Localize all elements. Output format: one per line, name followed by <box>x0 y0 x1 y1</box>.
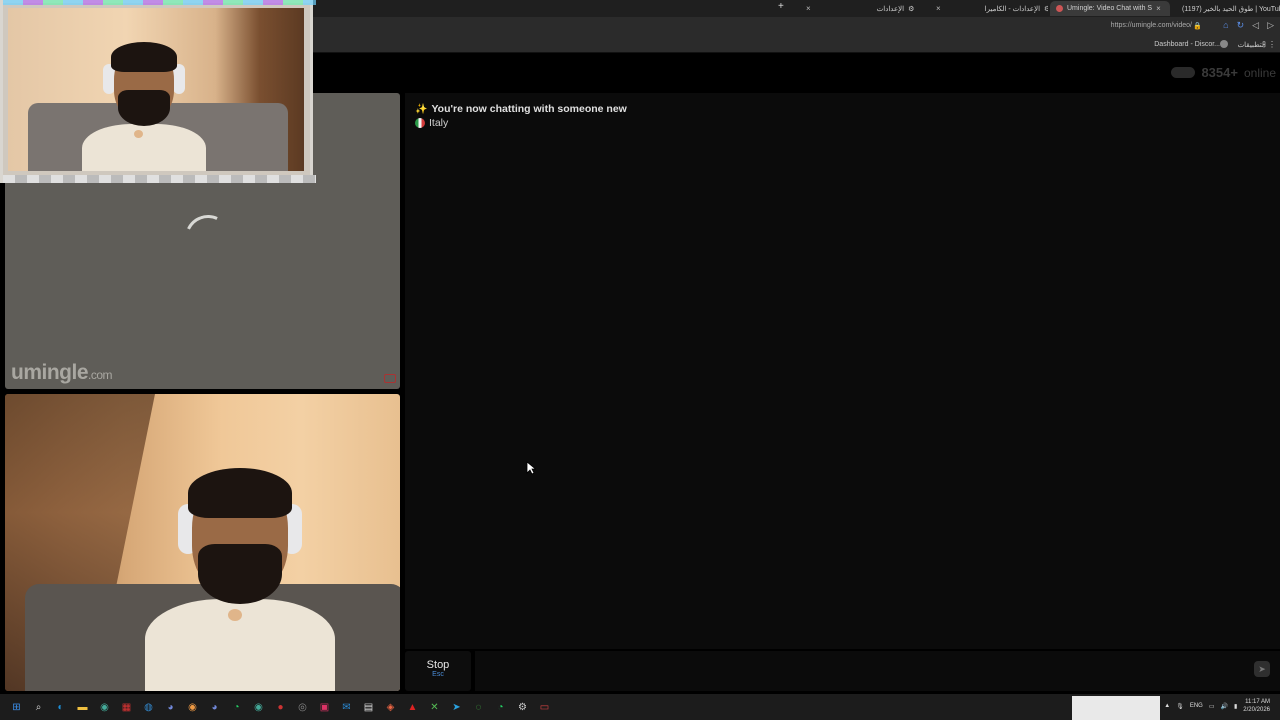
search-icon[interactable]: ⌕ <box>30 699 47 716</box>
overlay-frame-top <box>3 0 316 5</box>
adobe-icon[interactable]: ▲ <box>404 699 421 716</box>
date: 2/20/2026 <box>1243 707 1270 713</box>
chrome-2-icon[interactable]: ◉ <box>184 699 201 716</box>
overlay-frame-bottom <box>3 175 316 183</box>
tab-title: الإعدادات - الكاميرا <box>984 5 1041 13</box>
online-label: online <box>1243 65 1276 80</box>
chat-status-text: You're now chatting with someone new <box>431 103 627 115</box>
italy-flag-icon <box>415 118 425 128</box>
bookmark-discord[interactable]: Dashboard - Discor... <box>1154 41 1220 48</box>
clock[interactable]: 11:17 AM 2/20/2026 <box>1243 698 1270 714</box>
app-icon[interactable]: ● <box>272 699 289 716</box>
gear-icon: ⚙ <box>908 5 915 13</box>
tab-title: الإعدادات <box>876 5 905 13</box>
gear-icon: ⚙ <box>1044 5 1048 13</box>
tab-settings[interactable]: × الإعدادات ⚙ <box>800 1 918 16</box>
browser-icon[interactable]: ◍ <box>140 699 157 716</box>
stop-button[interactable]: Stop Esc <box>405 651 471 691</box>
battery-icon[interactable]: ▮ <box>1234 703 1237 710</box>
webcam-overlay-video <box>8 8 304 171</box>
windows-taskbar: ⊞ ⌕ ◐ ▬ ◉ ▦ ◍ ◕ ◉ ◕ ◔ ◉ ● ◎ ▣ ✉ ▤ ◈ ▲ ✕ ➤ ◌ ◔ ⚙ ▭ ▲ 🎙 ENG ▭ 🔊 ▮ … <box>0 694 1280 720</box>
network-icon[interactable]: ▭ <box>1209 703 1215 710</box>
file-explorer-icon[interactable]: ▬ <box>74 699 91 716</box>
discord-icon[interactable]: ◕ <box>162 699 179 716</box>
umingle-favicon-icon <box>1056 5 1063 12</box>
close-tab-icon[interactable]: × <box>1156 4 1161 13</box>
home-icon[interactable]: ⌂ <box>1223 20 1228 31</box>
edge-icon[interactable]: ◐ <box>52 699 69 716</box>
chat-status: ✨ You're now chatting with someone new <box>415 103 627 115</box>
chat-log: ✨ You're now chatting with someone new I… <box>405 93 1280 649</box>
self-video <box>5 394 400 691</box>
person <box>82 42 206 171</box>
new-tab-button[interactable]: + <box>778 1 784 12</box>
time: 11:17 AM <box>1245 699 1270 705</box>
back-icon[interactable]: ◁ <box>1252 20 1259 31</box>
country-name: Italy <box>429 117 449 129</box>
xbox-icon[interactable]: ✕ <box>426 699 443 716</box>
tab-umingle[interactable]: Umingle: Video Chat with S × <box>1050 1 1170 16</box>
tab-settings-camera[interactable]: × الإعدادات - الكاميرا ⚙ <box>930 1 1048 16</box>
online-toggle[interactable] <box>1171 67 1196 78</box>
microphone-icon[interactable]: 🎙 <box>1176 703 1184 710</box>
calendar-icon[interactable]: ▦ <box>118 699 135 716</box>
notes-icon[interactable]: ▤ <box>360 699 377 716</box>
sparkle-icon: ✨ <box>415 103 428 115</box>
close-tab-icon[interactable]: × <box>806 4 811 13</box>
taskbar-preview <box>1072 696 1160 720</box>
tab-title: (1197) طوق الحيد بالخير | YouTube <box>1182 5 1280 13</box>
online-counter: 8354+ online <box>1171 65 1276 80</box>
report-flag-icon[interactable] <box>384 374 396 383</box>
discord-2-icon[interactable]: ◕ <box>206 699 223 716</box>
obs-icon[interactable]: ◎ <box>294 699 311 716</box>
chrome-3-icon[interactable]: ◉ <box>250 699 267 716</box>
loading-spinner-icon <box>178 208 238 268</box>
url-field[interactable]: https://umingle.com/video/ <box>1111 22 1192 29</box>
whatsapp-2-icon[interactable]: ◔ <box>492 699 509 716</box>
mail-2-icon[interactable]: ▭ <box>536 699 553 716</box>
bookmark-globe-icon[interactable] <box>1220 40 1228 48</box>
telegram-icon[interactable]: ➤ <box>448 699 465 716</box>
stop-shortcut: Esc <box>432 671 444 678</box>
instagram-icon[interactable]: ▣ <box>316 699 333 716</box>
system-tray: ▲ 🎙 ENG ▭ 🔊 ▮ 11:17 AM 2/20/2026 <box>1164 698 1270 714</box>
app-2-icon[interactable]: ◌ <box>470 699 487 716</box>
mail-icon[interactable]: ✉ <box>338 699 355 716</box>
umingle-logo: umingle.com <box>11 361 113 384</box>
taskbar-apps: ⊞ ⌕ ◐ ▬ ◉ ▦ ◍ ◕ ◉ ◕ ◔ ◉ ● ◎ ▣ ✉ ▤ ◈ ▲ ✕ ➤ ◌ ◔ ⚙ ▭ <box>0 699 553 716</box>
tab-youtube[interactable]: (1197) طوق الحيد بالخير | YouTube <box>1172 1 1280 16</box>
message-input[interactable] <box>475 651 1280 691</box>
tab-title: Umingle: Video Chat with S <box>1067 5 1153 12</box>
reload-icon[interactable]: ↻ <box>1237 20 1245 31</box>
mouse-cursor-icon <box>526 461 536 475</box>
chevron-up-icon[interactable]: ▲ <box>1164 703 1170 709</box>
person <box>145 468 335 691</box>
windows-start-icon[interactable]: ⊞ <box>8 699 25 716</box>
send-icon[interactable]: ➤ <box>1254 661 1270 677</box>
firefox-icon[interactable]: ◈ <box>382 699 399 716</box>
stop-label: Stop <box>426 659 450 671</box>
volume-icon[interactable]: 🔊 <box>1221 703 1228 710</box>
whatsapp-icon[interactable]: ◔ <box>228 699 245 716</box>
apps-grid-icon[interactable]: ⋮⋮ <box>1260 40 1276 49</box>
chat-country: Italy <box>415 117 448 129</box>
nav-buttons: ⌂ ↻ ◁ ▷ <box>1223 20 1274 31</box>
forward-icon[interactable]: ▷ <box>1267 20 1274 31</box>
webcam-overlay <box>0 0 316 183</box>
chrome-icon[interactable]: ◉ <box>96 699 113 716</box>
lock-icon[interactable]: 🔒 <box>1193 22 1202 30</box>
close-tab-icon[interactable]: × <box>936 4 941 13</box>
language-indicator[interactable]: ENG <box>1190 703 1203 709</box>
settings-icon[interactable]: ⚙ <box>514 699 531 716</box>
online-count: 8354+ <box>1201 65 1238 80</box>
